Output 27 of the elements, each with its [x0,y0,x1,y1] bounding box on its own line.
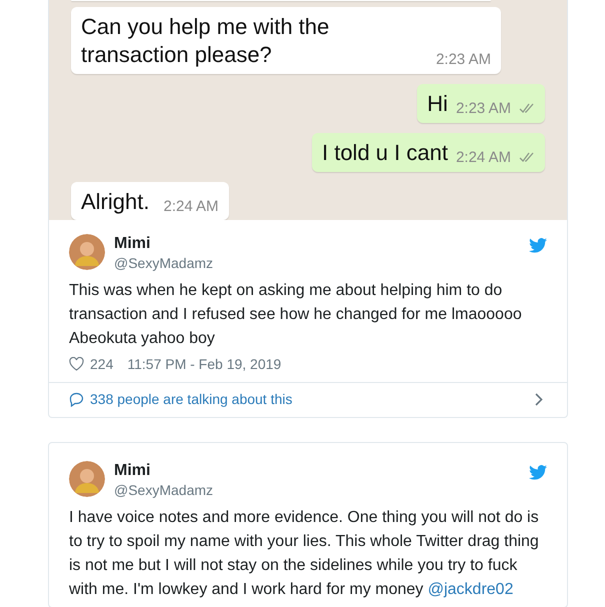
mention-link[interactable]: @jackdre02 [428,581,514,598]
tweet-timestamp[interactable]: 11:57 PM - Feb 19, 2019 [127,356,282,372]
message-time: 2:23 AM [456,100,511,117]
message-text: Alright. [81,188,150,216]
tweet-text: I have voice notes and more evidence. One thing you will not do is to try to spoil my name with your lies. This whole Twitter drag thing is not me but I will not stay on the sidelines while you try to fuck with me. I'm lowkey and I work hard for my money @jackdre02 [69,508,540,600]
double-check-icon [519,103,535,113]
message-time: 2:24 AM [456,149,511,166]
comment-icon [69,392,84,406]
message-time: 2:23 AM [436,51,491,68]
bird-icon[interactable] [529,238,547,253]
author-handle[interactable]: @SexyMadamz [114,254,520,272]
double-check-icon [519,152,535,162]
heart-icon[interactable] [69,357,84,371]
avatar[interactable] [69,234,105,270]
conversation-link[interactable]: 338 people are talking about this [49,382,567,417]
message-time: 2:24 AM [163,198,219,215]
author-handle[interactable]: @SexyMadamz [114,481,520,499]
chevron-right-icon [535,392,543,406]
message-text: Hi [427,90,448,118]
avatar[interactable] [69,461,105,497]
author-name[interactable]: Mimi [114,234,520,254]
message-text: I told u I cant [322,139,448,167]
like-count[interactable]: 224 [90,356,114,372]
message-text: Can you help me with the transaction please? [81,13,330,69]
tweet-text: This was when he kept on asking me about helping him to do transaction and I refused see how he changed for me lmaooooo Abeokuta yahoo boy [69,281,523,349]
bird-icon[interactable] [529,465,547,480]
author-name[interactable]: Mimi [114,461,520,481]
